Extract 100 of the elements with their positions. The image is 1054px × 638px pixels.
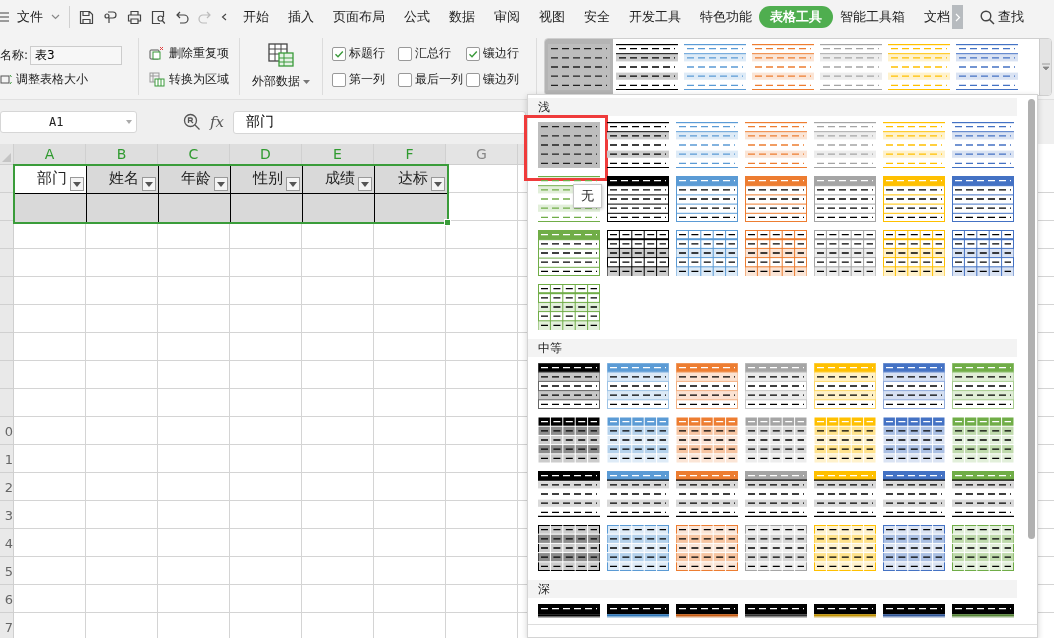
chevron-right-icon <box>954 12 961 22</box>
scrollbar[interactable] <box>1028 99 1035 539</box>
table-style-thumbnail[interactable] <box>545 39 613 95</box>
checkbox[interactable] <box>466 72 480 87</box>
caret-icon[interactable] <box>51 14 60 20</box>
table-name-field[interactable]: 表3 <box>30 45 123 65</box>
fill-handle[interactable] <box>444 219 451 226</box>
table-style-thumbnail[interactable] <box>538 471 600 517</box>
table-header-cell[interactable]: 性别 <box>231 166 303 194</box>
ribbon-tab[interactable]: 开发工具 <box>629 6 681 28</box>
table-style-thumbnail[interactable] <box>952 471 1014 517</box>
function-label[interactable]: fx <box>210 113 224 131</box>
filter-button[interactable] <box>358 177 372 191</box>
checkbox[interactable] <box>398 46 412 61</box>
table-style-thumbnail[interactable] <box>952 176 1014 222</box>
convert-to-range-button[interactable]: 转换为区域 <box>149 71 229 88</box>
caret-icon <box>73 181 81 187</box>
ribbon-tab[interactable]: 安全 <box>584 6 610 28</box>
ribbon-tab[interactable]: 智能工具箱 <box>840 6 905 28</box>
table-style-thumbnail[interactable] <box>745 176 807 222</box>
print-icon[interactable] <box>127 9 142 25</box>
formula-input[interactable]: 部门 <box>233 110 526 134</box>
ribbon-tab[interactable]: 视图 <box>539 6 565 28</box>
zoom-icon[interactable] <box>183 113 201 131</box>
ribbon-tab[interactable]: 审阅 <box>494 6 520 28</box>
format-painter-icon[interactable] <box>103 9 118 25</box>
ribbon-tab[interactable]: 插入 <box>288 6 314 28</box>
checkbox[interactable] <box>398 72 412 87</box>
table-style-thumbnail[interactable] <box>538 230 600 276</box>
table-style-thumbnail[interactable] <box>676 230 738 276</box>
table-style-thumbnail[interactable] <box>814 122 876 168</box>
table-style-thumbnail[interactable] <box>676 525 738 571</box>
table-style-thumbnail[interactable] <box>814 417 876 463</box>
table-cell <box>15 194 87 222</box>
print-preview-icon[interactable] <box>151 9 166 25</box>
table-style-thumbnail[interactable] <box>745 471 807 517</box>
table-style-thumbnail[interactable] <box>607 176 669 222</box>
table-cell <box>87 194 159 222</box>
table-style-thumbnail[interactable] <box>952 417 1014 463</box>
table-style-thumbnail[interactable] <box>745 122 807 168</box>
table-style-thumbnail[interactable] <box>676 122 738 168</box>
section-header: 中等 <box>528 339 1017 357</box>
table-style-thumbnail[interactable] <box>745 230 807 276</box>
ribbon-tab[interactable]: 公式 <box>404 6 430 28</box>
ribbon-tab[interactable]: 文档 <box>924 6 950 28</box>
table-style-thumbnail[interactable] <box>814 230 876 276</box>
cell-reference-box[interactable]: A1 <box>0 111 137 133</box>
table-style-thumbnail[interactable] <box>676 471 738 517</box>
ribbon-tab[interactable]: 开始 <box>243 6 269 28</box>
table-style-thumbnail[interactable] <box>538 363 600 409</box>
ribbon-tab[interactable]: 页面布局 <box>333 6 385 28</box>
caret-icon <box>217 181 225 187</box>
checkbox[interactable] <box>332 46 346 61</box>
table-style-thumbnail[interactable] <box>952 122 1014 168</box>
chevron-icon[interactable] <box>221 13 227 21</box>
table-style-thumbnail[interactable] <box>883 471 945 517</box>
search-button[interactable]: 查找 <box>980 8 1024 26</box>
ribbon-tab[interactable]: 特色功能 <box>700 6 752 28</box>
table-header-cell[interactable]: 达标 <box>375 166 447 194</box>
table-style-thumbnail[interactable] <box>538 417 600 463</box>
table-style-thumbnail[interactable] <box>745 525 807 571</box>
file-menu[interactable]: 文件 <box>17 8 43 26</box>
table-header-cell[interactable]: 成绩 <box>303 166 375 194</box>
table-style-thumbnail[interactable] <box>676 176 738 222</box>
filter-button[interactable] <box>70 177 84 191</box>
filter-button[interactable] <box>286 177 300 191</box>
table-header-cell[interactable]: 部门 <box>15 166 87 194</box>
caret-icon <box>434 181 442 187</box>
table-style-thumbnail[interactable] <box>883 417 945 463</box>
table-cell <box>159 194 231 222</box>
table-style-thumbnail[interactable] <box>883 122 945 168</box>
table-style-thumbnail[interactable] <box>814 176 876 222</box>
table-style-thumbnail[interactable] <box>745 417 807 463</box>
table-style-thumbnail[interactable] <box>538 525 600 571</box>
table-style-thumbnail[interactable] <box>952 230 1014 276</box>
remove-duplicates-button[interactable]: 删除重复项 <box>149 45 229 62</box>
table-style-thumbnail[interactable] <box>607 417 669 463</box>
table-header-cell[interactable]: 年龄 <box>159 166 231 194</box>
filter-button[interactable] <box>431 177 445 191</box>
table-header-cell[interactable]: 姓名 <box>87 166 159 194</box>
table-style-thumbnail[interactable] <box>883 363 945 409</box>
table-style-thumbnail[interactable] <box>676 417 738 463</box>
table-style-thumbnail[interactable] <box>607 122 669 168</box>
ribbon-tab[interactable]: 数据 <box>449 6 475 28</box>
table-style-thumbnail[interactable] <box>814 471 876 517</box>
external-data-button[interactable]: 外部数据 <box>246 34 316 99</box>
table-style-thumbnail[interactable] <box>607 230 669 276</box>
undo-icon[interactable] <box>175 10 189 24</box>
checkbox[interactable] <box>466 46 480 61</box>
filter-button[interactable] <box>214 177 228 191</box>
filter-button[interactable] <box>142 177 156 191</box>
table-style-thumbnail[interactable] <box>952 525 1014 571</box>
table-style-thumbnail[interactable] <box>538 122 600 168</box>
resize-table-button[interactable]: 调整表格大小 <box>0 70 132 88</box>
checkbox[interactable] <box>332 72 346 87</box>
table-style-thumbnail[interactable] <box>607 525 669 571</box>
save-icon[interactable] <box>79 9 94 25</box>
table-style-thumbnail[interactable] <box>883 525 945 571</box>
table-style-thumbnail[interactable] <box>607 471 669 517</box>
table-style-thumbnail[interactable] <box>538 284 600 330</box>
